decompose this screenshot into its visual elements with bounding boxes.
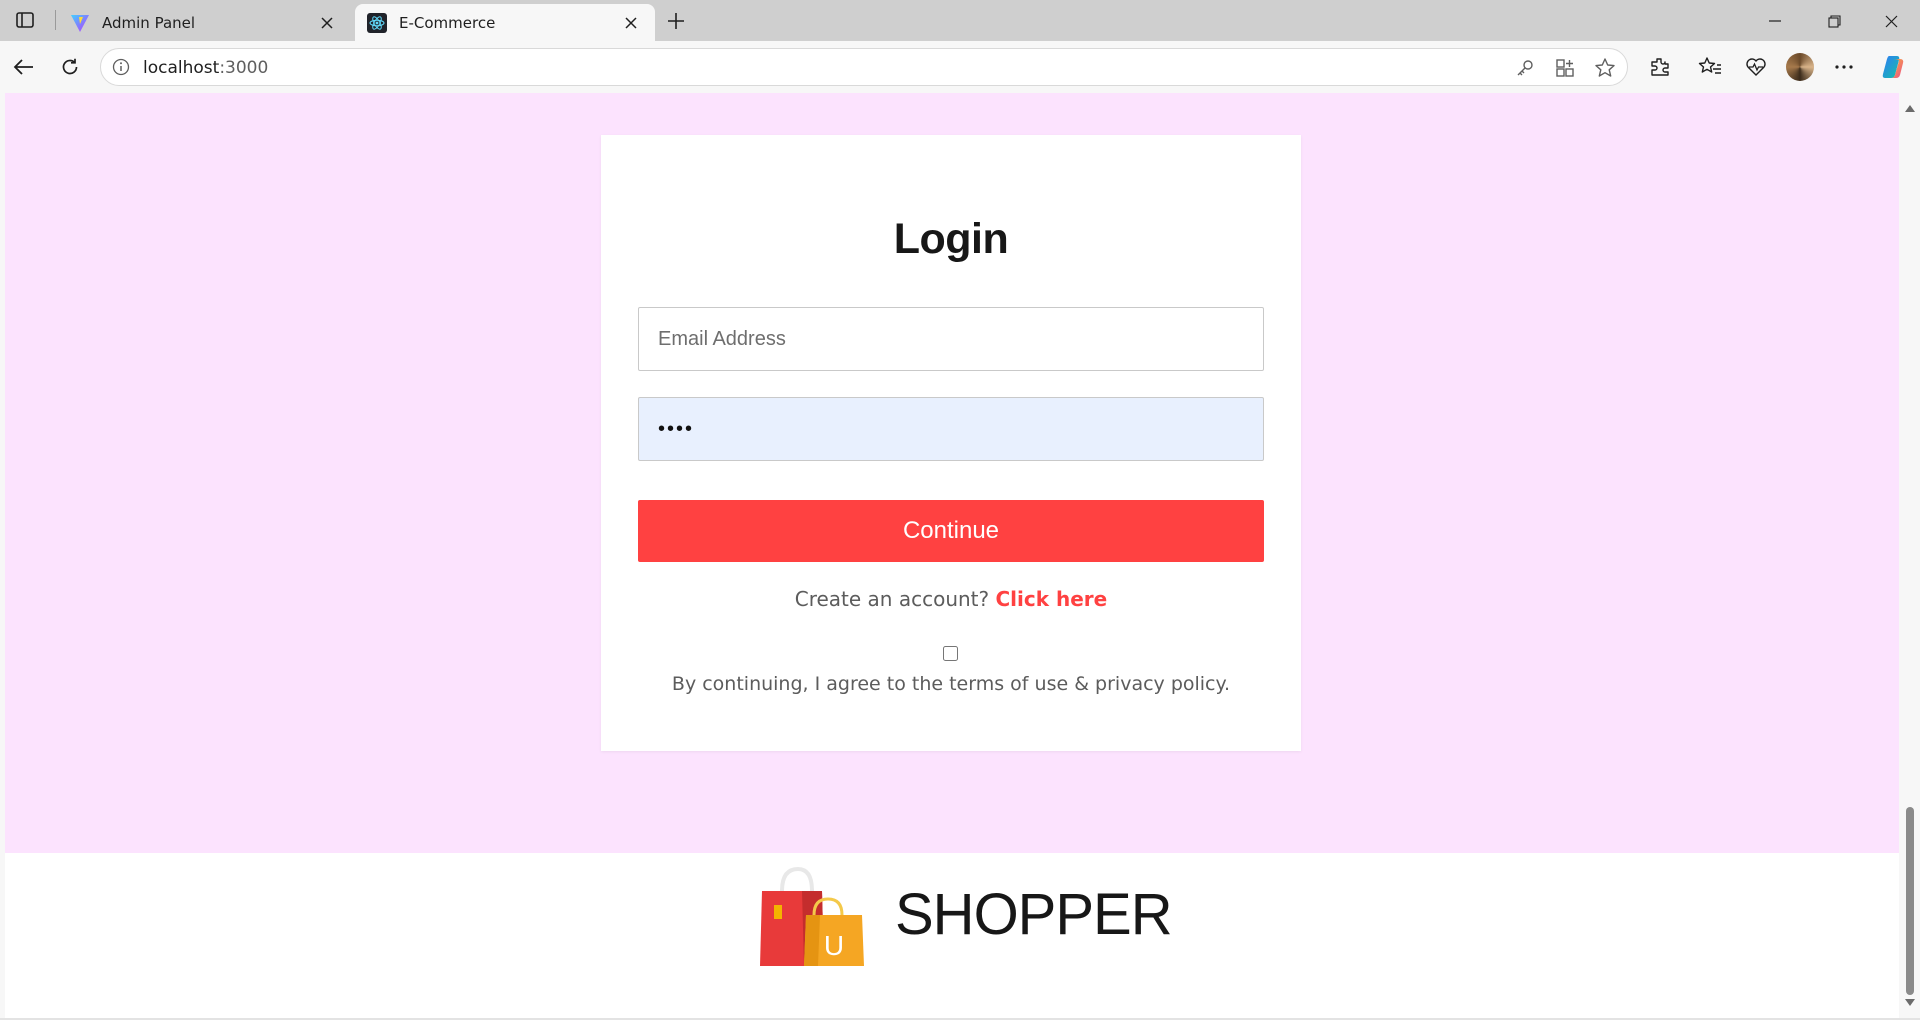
react-logo-icon xyxy=(367,12,387,33)
profile-avatar[interactable] xyxy=(1786,53,1814,81)
url-host: localhost xyxy=(143,58,220,78)
scroll-down-icon[interactable] xyxy=(1904,997,1915,1007)
login-title: Login xyxy=(893,215,1009,263)
agree-checkbox[interactable] xyxy=(943,646,958,661)
tab-e-commerce[interactable]: E-Commerce xyxy=(355,4,655,41)
browser-tabstrip: Admin Panel E-Commerce xyxy=(0,0,1920,41)
page-scrollbar[interactable] xyxy=(1899,93,1920,1020)
favorite-star-icon[interactable] xyxy=(1592,55,1618,81)
url-port: :3000 xyxy=(219,58,269,78)
copilot-icon[interactable] xyxy=(1880,53,1908,81)
close-tab-icon[interactable] xyxy=(315,11,339,35)
page-viewport: Login Continue Create an account? Click … xyxy=(5,93,1899,1018)
vite-logo-icon xyxy=(70,13,90,33)
scrollbar-thumb[interactable] xyxy=(1906,807,1914,995)
login-section: Login Continue Create an account? Click … xyxy=(5,93,1899,853)
browser-toolbar: localhost:3000 xyxy=(0,41,1920,93)
browser-essentials-icon[interactable] xyxy=(1740,51,1772,83)
more-options-icon[interactable] xyxy=(1828,51,1860,83)
url-text: localhost:3000 xyxy=(143,58,268,78)
shopping-bag-icon: U xyxy=(760,863,866,969)
restore-icon[interactable] xyxy=(1814,6,1854,36)
continue-button[interactable]: Continue xyxy=(638,500,1264,562)
email-input[interactable] xyxy=(638,307,1264,371)
back-icon[interactable] xyxy=(8,51,40,83)
close-window-icon[interactable] xyxy=(1871,6,1911,36)
footer-logo: U SHOPPER xyxy=(5,763,1899,966)
close-tab-icon[interactable] xyxy=(619,11,643,35)
tab-title: Admin Panel xyxy=(102,13,196,32)
address-bar[interactable]: localhost:3000 xyxy=(100,48,1628,86)
agree-text: By continuing, I agree to the terms of u… xyxy=(671,673,1231,695)
create-account-text: Create an account? Click here xyxy=(601,587,1301,611)
footer: U SHOPPER xyxy=(5,853,1899,1018)
minimize-icon[interactable] xyxy=(1755,6,1795,36)
site-info-icon[interactable] xyxy=(111,57,131,77)
tab-separator xyxy=(55,10,56,30)
app-available-icon[interactable] xyxy=(1552,55,1578,81)
tab-actions-icon[interactable] xyxy=(10,8,40,32)
click-here-link[interactable]: Click here xyxy=(996,587,1108,611)
favorites-icon[interactable] xyxy=(1694,51,1726,83)
tab-title: E-Commerce xyxy=(399,13,496,32)
refresh-icon[interactable] xyxy=(54,51,86,83)
password-input[interactable] xyxy=(638,397,1264,461)
key-icon[interactable] xyxy=(1512,55,1538,81)
login-card: Login Continue Create an account? Click … xyxy=(601,135,1301,751)
scroll-up-icon[interactable] xyxy=(1904,103,1915,113)
create-account-prompt: Create an account? xyxy=(794,587,996,611)
svg-text:U: U xyxy=(824,930,844,961)
new-tab-icon[interactable] xyxy=(662,7,690,35)
extensions-icon[interactable] xyxy=(1644,51,1676,83)
tab-admin-panel[interactable]: Admin Panel xyxy=(58,4,351,41)
brand-name: SHOPPER xyxy=(895,882,1173,947)
